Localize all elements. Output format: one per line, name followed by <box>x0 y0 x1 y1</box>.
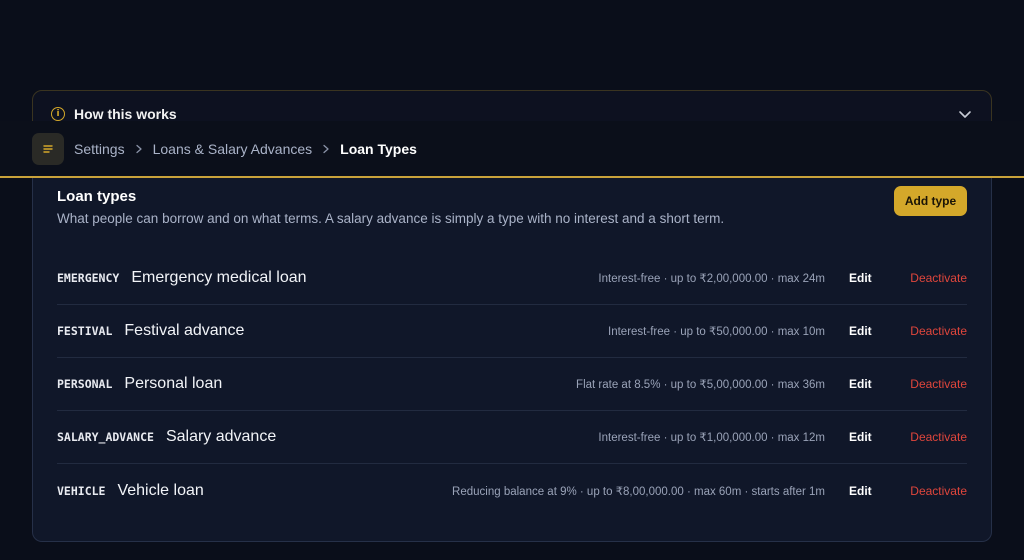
loan-type-name: Personal loan <box>124 375 223 392</box>
loan-types-list: EMERGENCY Emergency medical loan Interest-… <box>57 252 967 517</box>
loan-type-name: Salary advance <box>165 428 277 445</box>
card-title: Loan types <box>57 188 137 205</box>
chevron-right-icon <box>323 144 329 153</box>
loan-type-row: PERSONAL Personal loan Flat rate at 8.5% ·… <box>57 358 967 411</box>
menu-icon <box>43 144 53 153</box>
edit-button[interactable]: Edit <box>849 324 872 338</box>
breadcrumb-loan-types: Loan Types <box>340 140 417 157</box>
breadcrumb-settings[interactable]: Settings <box>74 141 125 157</box>
edit-button[interactable]: Edit <box>849 377 872 391</box>
loan-type-row: VEHICLE Vehicle loan Reducing balance at 9… <box>57 464 967 517</box>
chevron-right-icon <box>135 144 142 153</box>
loan-types-card: Loan types What people can borrow and on… <box>32 170 992 542</box>
loan-type-row: SALARY_ADVANCE Salary advance Interest-fre… <box>57 411 967 464</box>
page: i How this works Loan types What people … <box>0 0 1024 560</box>
add-type-button[interactable]: Add type <box>894 186 967 216</box>
menu-button[interactable] <box>32 132 64 165</box>
loan-type-code: PERSONAL <box>57 377 113 391</box>
loan-type-code: EMERGENCY <box>57 271 120 285</box>
how-this-works-title: How this works <box>74 106 177 122</box>
deactivate-button[interactable]: Deactivate <box>898 430 967 444</box>
loan-type-terms: Interest-free · up to ₹2,00,000.00 · max… <box>598 273 825 285</box>
loan-type-row: EMERGENCY Emergency medical loan Interest-… <box>57 252 967 305</box>
deactivate-button[interactable]: Deactivate <box>898 484 967 498</box>
card-subtitle: What people can borrow and on what terms… <box>57 211 725 226</box>
edit-button[interactable]: Edit <box>849 430 872 444</box>
loan-type-terms: Interest-free · up to ₹50,000.00 · max 1… <box>608 326 825 338</box>
chevron-down-icon[interactable] <box>957 106 973 122</box>
info-icon: i <box>51 107 65 121</box>
edit-button[interactable]: Edit <box>849 271 872 285</box>
loan-type-code: FESTIVAL <box>57 324 113 338</box>
deactivate-button[interactable]: Deactivate <box>898 324 967 338</box>
loan-type-code: SALARY_ADVANCE <box>57 430 154 444</box>
loan-type-row: FESTIVAL Festival advance Interest-free · … <box>57 305 967 358</box>
breadcrumb-loans-salary-advances[interactable]: Loans & Salary Advances <box>153 141 313 157</box>
deactivate-button[interactable]: Deactivate <box>898 377 967 391</box>
loan-type-terms: Flat rate at 8.5% · up to ₹5,00,000.00 ·… <box>576 379 825 391</box>
loan-type-terms: Interest-free · up to ₹1,00,000.00 · max… <box>598 432 825 444</box>
breadcrumb-bar: Settings Loans & Salary Advances Loan Ty… <box>0 121 1024 178</box>
loan-type-name: Festival advance <box>124 322 245 339</box>
loan-type-name: Vehicle loan <box>117 481 204 499</box>
edit-button[interactable]: Edit <box>849 484 872 498</box>
loan-type-name: Emergency medical loan <box>131 269 307 286</box>
loan-type-code: VEHICLE <box>57 483 106 498</box>
loan-type-terms: Reducing balance at 9% · up to ₹8,00,000… <box>452 485 825 498</box>
deactivate-button[interactable]: Deactivate <box>898 271 967 285</box>
